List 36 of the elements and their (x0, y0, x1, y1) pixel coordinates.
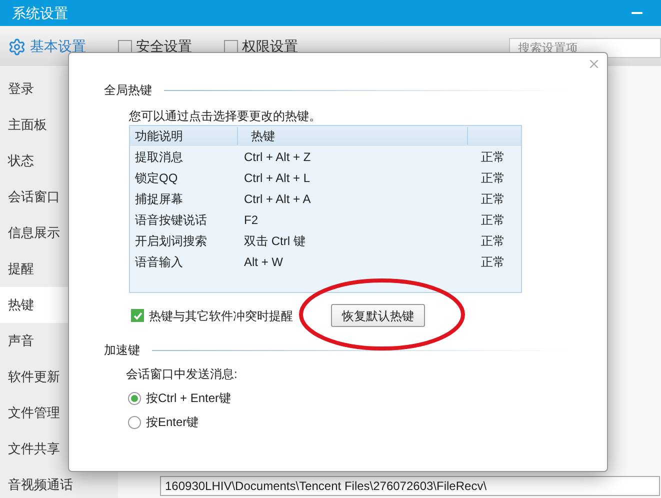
table-cell-text: 语音按键说话 (134, 212, 208, 228)
table-cell-text: 捕捉屏幕 (134, 190, 184, 208)
section-heading: 全局热键 (104, 82, 152, 99)
table-cell-text: 正常 (481, 148, 505, 166)
path-field[interactable]: 160930LHIV\Documents\Tencent Files\276072603\FileRecv\ (160, 476, 660, 496)
hint-text: 您可以通过点击选择要更改的热键。 (129, 108, 322, 125)
table-cell-text: 语音输入 (134, 254, 184, 270)
radio-button[interactable] (128, 392, 141, 404)
table-cell-text: Ctrl + Alt + Z (243, 148, 312, 166)
radio-label: 按Ctrl + Enter键 (146, 390, 232, 407)
window-title: 系统设置 (12, 4, 68, 22)
table-cell-text: 锁定QQ (134, 170, 179, 186)
radio-label: 按Enter键 (146, 414, 199, 431)
table-cell-text: 开启划词搜索 (134, 232, 208, 250)
close-icon[interactable] (587, 57, 601, 71)
table-cell-text: 正常 (481, 232, 505, 250)
restore-defaults-button[interactable]: 恢复默认热键 (331, 304, 425, 327)
checkbox[interactable] (131, 309, 144, 322)
table-cell-text: 双击 Ctrl 键 (243, 232, 306, 250)
table-cell-text: Ctrl + Alt + A (243, 190, 312, 208)
prompt-text: 会话窗口中发送消息: (126, 366, 238, 383)
table-cell-text: 正常 (481, 254, 505, 270)
column-header[interactable]: 功能说明 (130, 127, 238, 145)
radio-button[interactable] (128, 416, 141, 428)
gear-icon (8, 38, 26, 56)
checkbox-label: 热键与其它软件冲突时提醒 (149, 308, 293, 324)
table-cell-text: 正常 (481, 212, 505, 228)
sidebar-item[interactable]: 音视频通话 (0, 467, 118, 498)
table-cell-text: 正常 (481, 190, 505, 208)
section-heading: 加速键 (104, 342, 140, 359)
table-cell-text: 正常 (481, 170, 505, 186)
column-header[interactable]: 热键 (238, 127, 468, 145)
table-cell-text: Alt + W (243, 254, 284, 270)
table-cell-text: Ctrl + Alt + L (243, 170, 312, 186)
table-cell-text: F2 (243, 212, 260, 228)
table-cell-text: 提取消息 (134, 148, 184, 166)
